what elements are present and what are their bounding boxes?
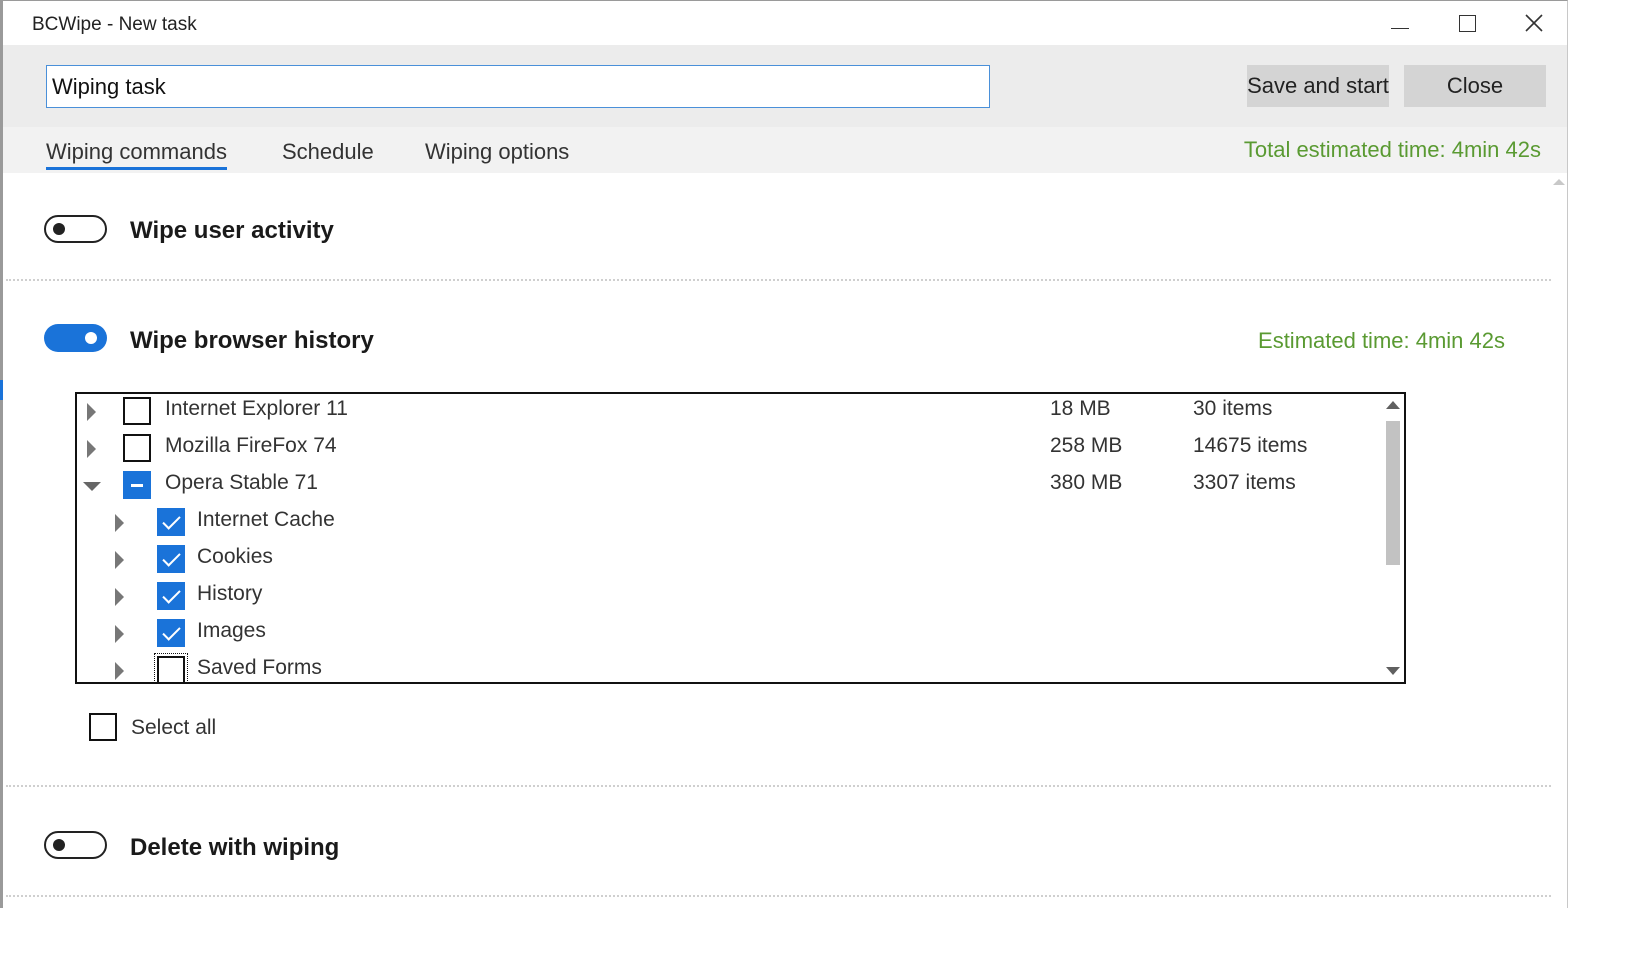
expand-icon[interactable] [115, 551, 124, 569]
tree-row-size: 18 MB [1050, 397, 1111, 420]
browser-estimated-time: Estimated time: 4min 42s [1258, 328, 1505, 353]
expand-icon[interactable] [115, 588, 124, 606]
minimize-icon [1391, 27, 1409, 29]
task-name-input[interactable] [46, 65, 990, 108]
tree-row-label: Internet Cache [197, 508, 335, 531]
tree-row-images[interactable]: Images [77, 616, 1377, 653]
tree-row-label: Images [197, 619, 266, 642]
bcwipe-window: BCWipe - New task Save and start Close W… [0, 0, 1568, 909]
checkbox[interactable] [154, 653, 188, 682]
wipe-user-activity-label: Wipe user activity [130, 217, 334, 244]
checkbox-partial[interactable] [123, 471, 151, 499]
left-edge-accent [0, 380, 3, 400]
expand-icon[interactable] [115, 514, 124, 532]
close-icon [1525, 14, 1543, 32]
window-close-button[interactable] [1501, 1, 1567, 45]
tree-row-saved-forms[interactable]: Saved Forms [77, 653, 1377, 682]
tree-row-items: 14675 items [1193, 434, 1308, 457]
tree-row-history[interactable]: History [77, 579, 1377, 616]
tree-row-label: History [197, 582, 263, 605]
wipe-browser-history-toggle[interactable] [44, 324, 107, 352]
tab-bar: Wiping commands Schedule Wiping options … [3, 127, 1567, 173]
scroll-up-icon[interactable] [1386, 401, 1400, 409]
toggle-knob [53, 839, 65, 851]
maximize-button[interactable] [1434, 1, 1500, 45]
window-title: BCWipe - New task [32, 14, 197, 35]
checkbox-checked[interactable] [157, 545, 185, 573]
tree-row-label: Cookies [197, 545, 273, 568]
tree-row-internet-cache[interactable]: Internet Cache [77, 505, 1377, 542]
tree-row-label: Opera Stable 71 [165, 471, 318, 494]
select-all-checkbox[interactable] [89, 713, 117, 741]
section-divider [6, 895, 1551, 897]
total-estimated-time: Total estimated time: 4min 42s [1243, 137, 1541, 162]
checkbox[interactable] [123, 434, 151, 462]
save-and-start-button[interactable]: Save and start [1247, 65, 1389, 107]
wipe-browser-history-label: Wipe browser history [130, 327, 374, 354]
tree-row-label: Internet Explorer 11 [165, 397, 348, 420]
expand-icon[interactable] [87, 403, 96, 421]
tree-row-mozilla-firefox[interactable]: Mozilla FireFox 74 258 MB 14675 items [77, 431, 1377, 468]
expand-icon[interactable] [115, 625, 124, 643]
scroll-down-icon[interactable] [1386, 667, 1400, 675]
tab-schedule[interactable]: Schedule [282, 139, 374, 165]
tree-row-items: 30 items [1193, 397, 1273, 420]
delete-with-wiping-label: Delete with wiping [130, 834, 340, 861]
close-button[interactable]: Close [1404, 65, 1546, 107]
expand-icon[interactable] [115, 662, 124, 680]
expand-icon[interactable] [87, 440, 96, 458]
tree-row-label: Saved Forms [197, 656, 322, 679]
browser-tree: Internet Explorer 11 18 MB 30 items Mozi… [75, 392, 1406, 684]
title-bar: BCWipe - New task [3, 1, 1567, 45]
tree-row-cookies[interactable]: Cookies [77, 542, 1377, 579]
tree-row-size: 258 MB [1050, 434, 1123, 457]
collapse-icon[interactable] [83, 482, 101, 491]
tree-row-items: 3307 items [1193, 471, 1296, 494]
tree-row-opera-stable[interactable]: Opera Stable 71 380 MB 3307 items [77, 468, 1377, 505]
tree-row-label: Mozilla FireFox 74 [165, 434, 337, 457]
wiping-commands-panel: Wipe user activity Wipe browser history … [3, 173, 1567, 909]
section-divider [6, 785, 1551, 787]
tree-scrollbar[interactable] [1382, 394, 1404, 682]
tree-row-internet-explorer[interactable]: Internet Explorer 11 18 MB 30 items [77, 394, 1377, 431]
section-divider [6, 279, 1551, 281]
toggle-knob [53, 223, 65, 235]
checkbox-checked[interactable] [157, 508, 185, 536]
checkbox-checked[interactable] [157, 582, 185, 610]
tab-wiping-options[interactable]: Wiping options [425, 139, 569, 165]
wipe-user-activity-toggle[interactable] [44, 215, 107, 243]
tree-row-size: 380 MB [1050, 471, 1123, 494]
checkbox[interactable] [123, 397, 151, 425]
task-toolbar: Save and start Close [3, 45, 1567, 127]
tab-wiping-commands[interactable]: Wiping commands [46, 139, 227, 170]
maximize-icon [1458, 14, 1476, 32]
panel-scroll-up-icon[interactable] [1553, 179, 1565, 185]
checkbox-checked[interactable] [157, 619, 185, 647]
toggle-knob [85, 332, 97, 344]
scroll-thumb[interactable] [1386, 421, 1400, 565]
delete-with-wiping-toggle[interactable] [44, 831, 107, 859]
minimize-button[interactable] [1367, 1, 1433, 45]
select-all-label: Select all [131, 716, 217, 739]
